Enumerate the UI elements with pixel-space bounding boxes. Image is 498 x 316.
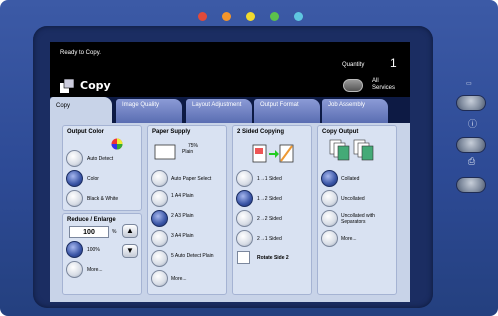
uncollated-separators-label: Uncollated with Separators (341, 213, 375, 225)
rotate-side-2-checkbox[interactable] (237, 251, 250, 264)
paper-supply-title: Paper Supply (152, 129, 191, 135)
status-bar: Ready to Copy. Quantity 1 (50, 42, 410, 75)
page-title: Copy (80, 79, 111, 92)
duplex-icon (252, 144, 294, 163)
two-sided-panel: 2 Sided Copying 1→1 Sided 1→2 Sided 2→2 … (232, 125, 312, 295)
status-led-red (198, 12, 207, 21)
paper-more-radio[interactable] (151, 270, 168, 287)
collated-sets-icon (329, 139, 374, 161)
tab-bar: Copy Image Quality Layout Adjustment Out… (50, 97, 410, 123)
reduce-enlarge-panel: Reduce / Enlarge 100 % ▲ ▼ 100% More... (62, 213, 142, 295)
black-white-radio[interactable] (66, 190, 83, 207)
one-to-two-radio[interactable] (236, 190, 253, 207)
output-color-panel: Output Color Auto Detect Color Black & W… (62, 125, 142, 211)
all-services-button[interactable] (343, 79, 363, 92)
tray-2-label: 2 A3 Plain (171, 213, 194, 219)
tray-3-label: 3 A4 Plain (171, 233, 194, 239)
auto-detect-radio[interactable] (66, 150, 83, 167)
status-message: Ready to Copy. (60, 50, 101, 56)
one-to-one-radio[interactable] (236, 170, 253, 187)
quantity-label: Quantity (342, 62, 365, 68)
two-to-two-label: 2→2 Sided (257, 216, 282, 222)
color-radio[interactable] (66, 170, 83, 187)
collated-label: Collated (341, 176, 360, 182)
tab-layout-adjustment[interactable]: Layout Adjustment (186, 99, 252, 123)
two-to-one-label: 2→1 Sided (257, 236, 282, 242)
zoom-down-button[interactable]: ▼ (122, 244, 138, 258)
status-led-green (270, 12, 279, 21)
tab-copy[interactable]: Copy (50, 97, 112, 123)
status-led-orange (222, 12, 231, 21)
one-to-one-label: 1→1 Sided (257, 176, 282, 182)
color-label: Color (87, 176, 99, 182)
copy-output-panel: Copy Output Collated Uncollated Uncollat… (317, 125, 397, 295)
two-to-one-radio[interactable] (236, 230, 253, 247)
output-more-label: More... (341, 236, 357, 242)
two-sided-title: 2 Sided Copying (237, 129, 285, 135)
hardware-button-3[interactable] (456, 177, 486, 193)
auto-detect-label: Auto Detect (87, 156, 114, 162)
black-white-label: Black & White (87, 196, 119, 202)
two-to-two-radio[interactable] (236, 210, 253, 227)
job-status-icon: ⎙ (468, 156, 476, 166)
status-led-yellow (246, 12, 255, 21)
one-to-two-label: 1→2 Sided (257, 196, 282, 202)
zoom-unit: % (112, 229, 117, 235)
hardware-button-1[interactable] (456, 95, 486, 111)
uncollated-separators-radio[interactable] (321, 210, 338, 227)
paper-preview-type: Plain (182, 149, 194, 155)
output-more-radio[interactable] (321, 230, 338, 247)
zoom-up-button[interactable]: ▲ (122, 224, 138, 238)
tray-5-radio[interactable] (151, 250, 168, 267)
tab-output-format[interactable]: Output Format (254, 99, 320, 123)
tray-5-label: 5 Auto Detect Plain (171, 253, 214, 259)
color-wheel-icon (111, 138, 123, 150)
hardware-button-2[interactable] (456, 137, 486, 153)
status-led-cyan (294, 12, 303, 21)
auto-paper-select-label: Auto Paper Select (171, 176, 212, 182)
collated-radio[interactable] (321, 170, 338, 187)
copy-icon (60, 78, 75, 93)
output-color-title: Output Color (67, 129, 104, 135)
tray-1-radio[interactable] (151, 190, 168, 207)
zoom-more-label: More... (87, 267, 103, 273)
tray-2-radio[interactable] (151, 210, 168, 227)
all-services-label: All Services (372, 78, 396, 91)
copy-output-title: Copy Output (322, 129, 359, 135)
info-icon: ⓘ (468, 119, 478, 129)
uncollated-label: Uncollated (341, 196, 365, 202)
rotate-side-2-label: Rotate Side 2 (257, 255, 289, 261)
paper-preview-icon (154, 144, 176, 160)
paper-more-label: More... (171, 276, 187, 282)
service-header: Copy All Services (50, 75, 410, 97)
tab-image-quality[interactable]: Image Quality (116, 99, 182, 123)
tab-job-assembly[interactable]: Job Assembly (322, 99, 388, 123)
touch-screen: Ready to Copy. Quantity 1 Copy All Servi… (50, 42, 410, 302)
tray-1-label: 1 A4 Plain (171, 193, 194, 199)
zoom-more-radio[interactable] (66, 261, 83, 278)
paper-supply-panel: Paper Supply 75% Plain Auto Paper Select… (147, 125, 227, 295)
reduce-enlarge-title: Reduce / Enlarge (67, 217, 116, 223)
zoom-100-radio[interactable] (66, 241, 83, 258)
tray-3-radio[interactable] (151, 230, 168, 247)
quantity-value: 1 (390, 56, 397, 70)
uncollated-radio[interactable] (321, 190, 338, 207)
zoom-100-label: 100% (87, 247, 100, 253)
menu-icon: ▭ (466, 81, 472, 87)
copier-control-panel: ▭ ⓘ ⎙ Ready to Copy. Quantity 1 Copy All… (0, 0, 498, 316)
zoom-value-field[interactable]: 100 (69, 226, 109, 238)
auto-paper-select-radio[interactable] (151, 170, 168, 187)
